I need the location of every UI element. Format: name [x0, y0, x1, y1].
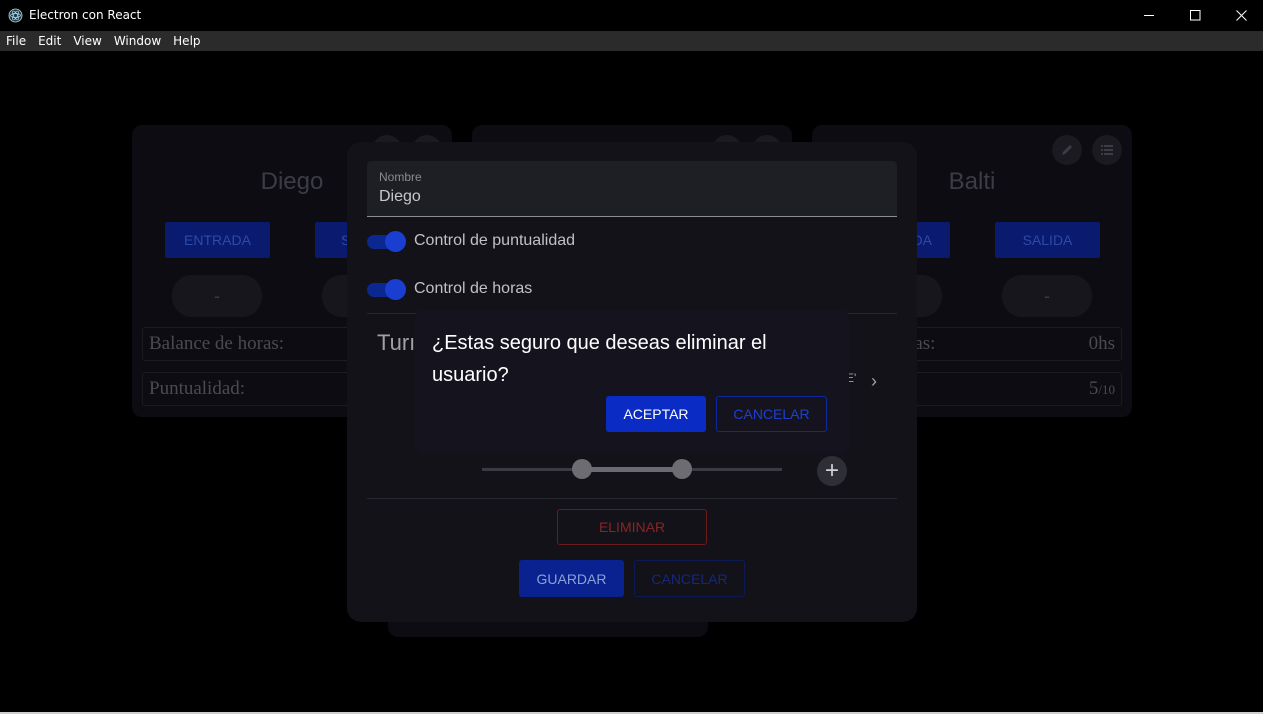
cancel-edit-button[interactable]: CANCELAR	[634, 560, 745, 597]
minimize-button[interactable]	[1126, 0, 1172, 31]
menu-help[interactable]: Help	[167, 31, 206, 51]
menu-file[interactable]: File	[0, 31, 32, 51]
horas-switch-thumb[interactable]	[385, 279, 406, 300]
balance-row: Balance de horas:	[142, 327, 382, 361]
menu-bar: File Edit View Window Help	[0, 31, 1263, 51]
puntualidad-row: Puntualidad:	[142, 372, 382, 406]
confirm-message: ¿Estas seguro que deseas eliminar el usu…	[432, 332, 767, 386]
salida-button[interactable]: SALIDA	[995, 222, 1100, 258]
puntualidad-row: d: 5/10	[882, 372, 1122, 406]
balance-label: Balance de horas:	[149, 333, 285, 354]
plus-icon: +	[824, 457, 839, 484]
puntualidad-value: 5	[1088, 378, 1099, 399]
menu-view[interactable]: View	[67, 31, 107, 51]
maximize-icon	[1189, 10, 1200, 21]
hours-slider-start-thumb[interactable]	[572, 459, 592, 479]
save-button[interactable]: GUARDAR	[519, 560, 624, 597]
accept-button[interactable]: ACEPTAR	[606, 396, 706, 432]
name-field[interactable]: Nombre Diego	[367, 161, 897, 217]
list-icon[interactable]	[1092, 135, 1122, 165]
balance-row: horas: 0hs	[882, 327, 1122, 361]
menu-window[interactable]: Window	[108, 31, 167, 51]
puntualidad-switch-label: Control de puntualidad	[414, 232, 576, 249]
menu-edit[interactable]: Edit	[32, 31, 67, 51]
name-field-value[interactable]: Diego	[379, 188, 421, 206]
add-shift-button[interactable]: +	[817, 456, 847, 486]
chevron-right-icon[interactable]: ›	[871, 371, 877, 392]
name-field-label: Nombre	[379, 170, 422, 184]
hours-slider-end-thumb[interactable]	[672, 459, 692, 479]
close-window-button[interactable]	[1218, 0, 1263, 31]
salida-time-pill: -	[1002, 275, 1092, 317]
list-lines-icon	[1101, 145, 1113, 155]
puntualidad-score: 5/10	[1089, 378, 1115, 400]
close-icon	[1235, 10, 1247, 21]
hours-slider-range[interactable]	[582, 467, 682, 472]
puntualidad-label: Puntualidad:	[149, 378, 246, 399]
electron-app-icon	[8, 8, 23, 23]
delete-user-button[interactable]: ELIMINAR	[557, 509, 707, 545]
puntualidad-max: /10	[1098, 382, 1115, 397]
window-title: Electron con React	[29, 8, 142, 22]
divider	[367, 498, 897, 499]
edit-icon[interactable]	[1052, 135, 1082, 165]
entrada-button[interactable]: ENTRADA	[165, 222, 270, 258]
minimize-icon	[1143, 15, 1154, 16]
balance-value: 0hs	[1088, 333, 1115, 354]
pencil-icon	[1062, 145, 1072, 155]
turnos-title: Turı	[377, 330, 416, 355]
confirm-delete-dialog: ¿Estas seguro que deseas eliminar el usu…	[415, 310, 849, 453]
title-bar: Electron con React	[0, 0, 1263, 31]
cancel-button[interactable]: CANCELAR	[716, 396, 827, 432]
maximize-button[interactable]	[1172, 0, 1218, 31]
app-content: Diego ENTRADA S - Balance de horas: Punt…	[0, 51, 1263, 712]
horas-switch-label: Control de horas	[414, 280, 533, 297]
puntualidad-switch-thumb[interactable]	[385, 231, 406, 252]
entrada-time-pill: -	[172, 275, 262, 317]
